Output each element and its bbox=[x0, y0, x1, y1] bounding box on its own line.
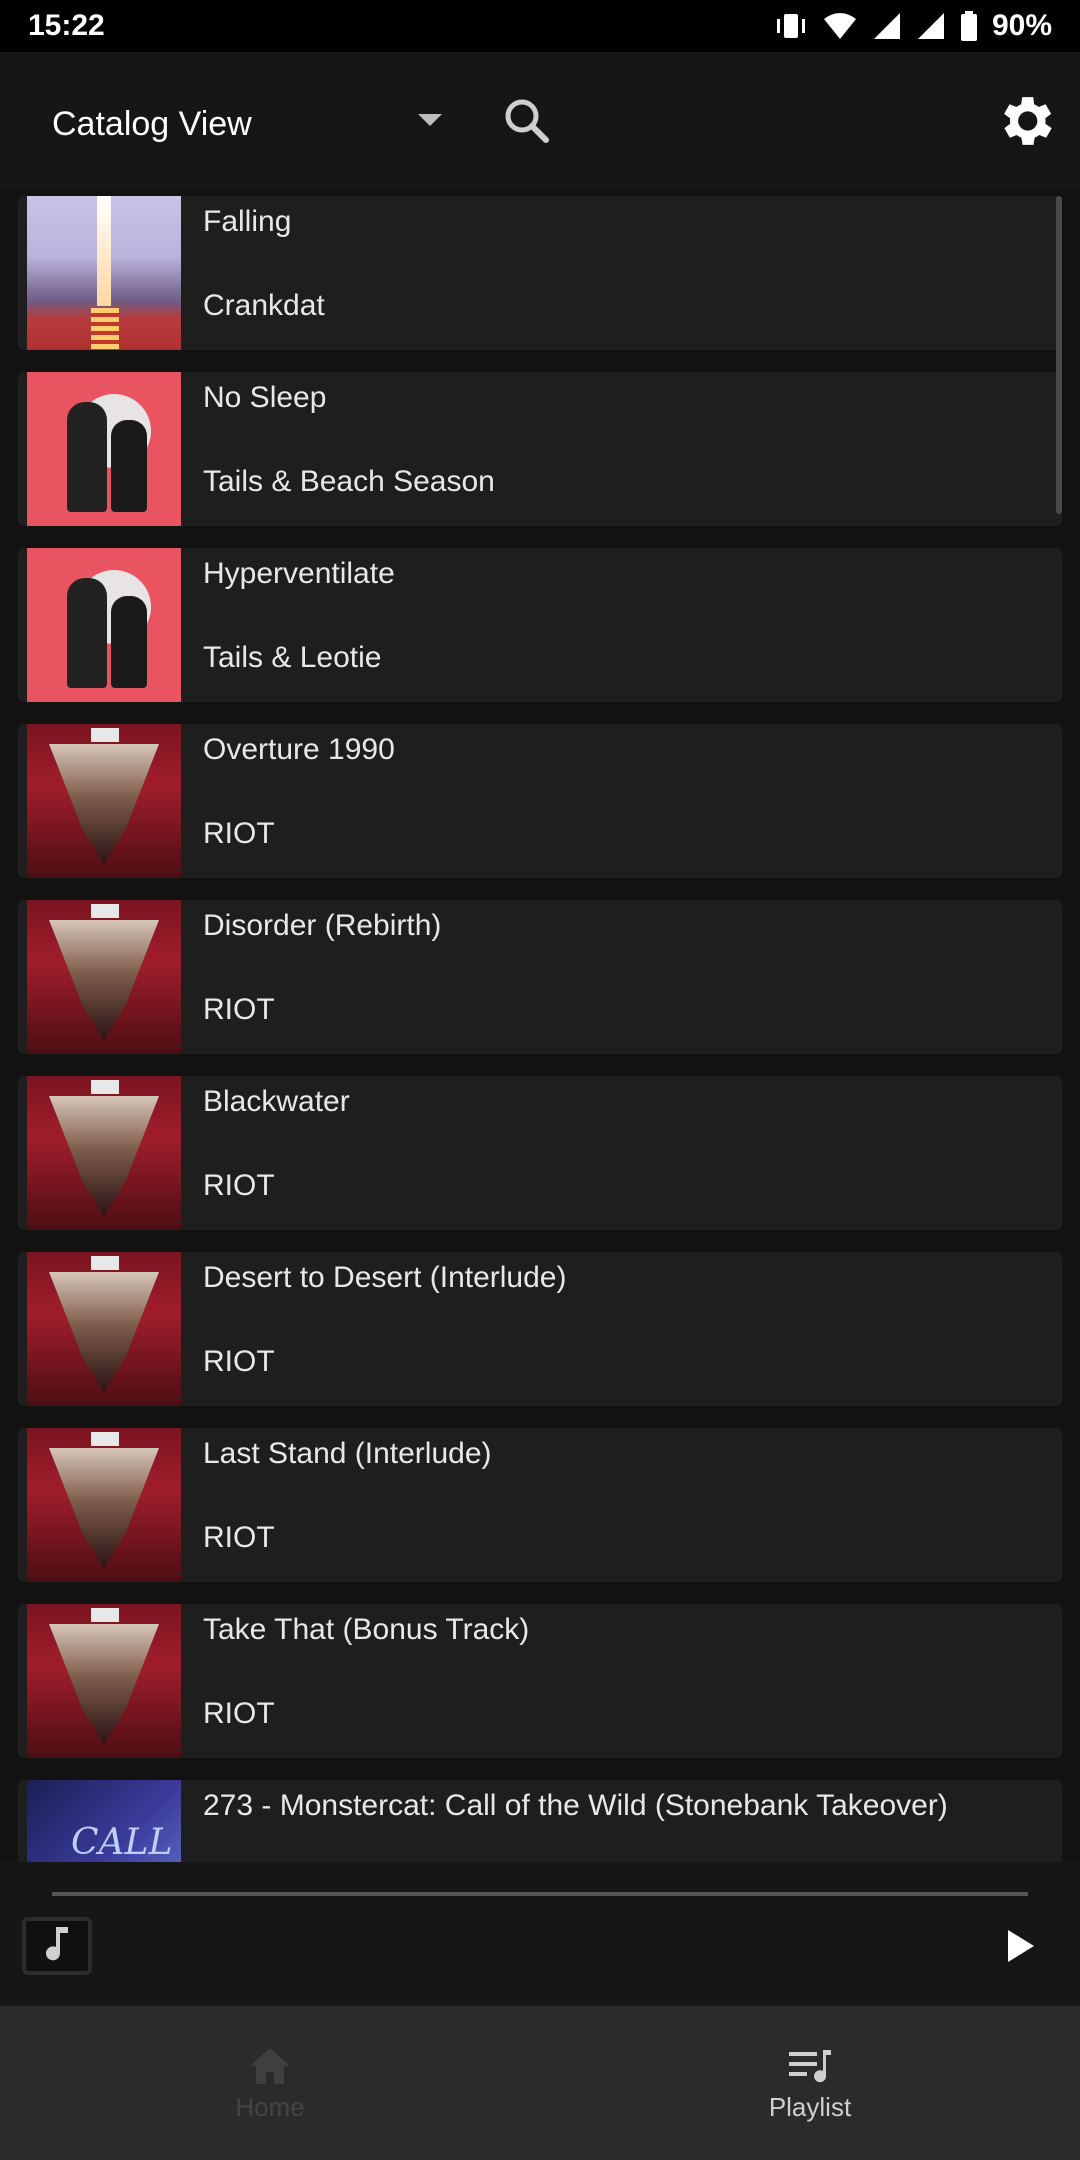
track-artist: Tails & Leotie bbox=[203, 641, 382, 674]
track-title: Hyperventilate bbox=[203, 557, 395, 590]
nav-home-label: Home bbox=[235, 2092, 305, 2122]
play-icon bbox=[1008, 1930, 1034, 1962]
album-cover bbox=[27, 1428, 181, 1582]
music-note-icon bbox=[46, 1927, 68, 1961]
track-item[interactable]: Take That (Bonus Track) RIOT bbox=[18, 1604, 1062, 1758]
track-title: Falling bbox=[203, 205, 292, 238]
track-artist: Crankdat bbox=[203, 289, 325, 322]
track-title: Overture 1990 bbox=[203, 733, 395, 766]
track-title: Disorder (Rebirth) bbox=[203, 909, 442, 942]
album-cover bbox=[27, 1604, 181, 1758]
chevron-down-icon bbox=[418, 114, 442, 126]
nav-playlist-label: Playlist bbox=[768, 2092, 852, 2122]
nav-playlist[interactable]: Playlist bbox=[540, 2006, 1080, 2160]
status-time: 15:22 bbox=[28, 9, 105, 42]
now-playing-art[interactable] bbox=[22, 1917, 92, 1975]
track-artist: RIOT bbox=[203, 817, 275, 850]
track-item[interactable]: Hyperventilate Tails & Leotie bbox=[18, 548, 1062, 702]
track-artist: RIOT bbox=[203, 993, 275, 1026]
track-item[interactable]: Falling Crankdat bbox=[18, 196, 1062, 350]
list-scrollbar[interactable] bbox=[1056, 196, 1062, 514]
track-list[interactable]: Falling Crankdat No Sleep Tails & Beach … bbox=[0, 190, 1080, 1862]
track-title: Take That (Bonus Track) bbox=[203, 1613, 530, 1646]
track-item[interactable]: No Sleep Tails & Beach Season bbox=[18, 372, 1062, 526]
track-artist: RIOT bbox=[203, 1521, 275, 1554]
track-artist: Tails & Beach Season bbox=[203, 465, 495, 498]
track-item[interactable]: Overture 1990 RIOT bbox=[18, 724, 1062, 878]
track-title: No Sleep bbox=[203, 381, 327, 414]
toolbar: Catalog View bbox=[0, 52, 1080, 190]
view-select-label: Catalog View bbox=[52, 104, 252, 143]
battery-percent: 90% bbox=[991, 9, 1052, 42]
track-item[interactable]: Blackwater RIOT bbox=[18, 1076, 1062, 1230]
track-artist: RIOT bbox=[203, 1697, 275, 1730]
status-bar: 15:22 90% bbox=[0, 0, 1080, 52]
playback-progress-bar[interactable] bbox=[52, 1892, 1028, 1896]
settings-button[interactable] bbox=[992, 88, 1058, 154]
track-artist: RIOT bbox=[203, 1169, 275, 1202]
track-title: 273 - Monstercat: Call of the Wild (Ston… bbox=[203, 1789, 948, 1822]
cover-text: CALL bbox=[71, 1822, 173, 1862]
battery-icon bbox=[960, 11, 977, 41]
album-cover bbox=[27, 1252, 181, 1406]
album-cover bbox=[27, 900, 181, 1054]
bottom-navigation: Home Playlist bbox=[0, 2006, 1080, 2160]
status-icons: 90% bbox=[774, 9, 1052, 43]
album-cover: CALL bbox=[27, 1780, 181, 1862]
nav-home[interactable]: Home bbox=[0, 2006, 540, 2160]
playlist-icon bbox=[789, 2050, 831, 2083]
track-title: Last Stand (Interlude) bbox=[203, 1437, 492, 1470]
album-cover bbox=[27, 548, 181, 702]
album-cover bbox=[27, 196, 181, 350]
view-select-dropdown[interactable]: Catalog View bbox=[52, 96, 442, 152]
search-icon bbox=[505, 99, 549, 143]
album-cover bbox=[27, 724, 181, 878]
track-item[interactable]: Disorder (Rebirth) RIOT bbox=[18, 900, 1062, 1054]
signal-icon bbox=[873, 13, 900, 39]
track-item[interactable]: CALL 273 - Monstercat: Call of the Wild … bbox=[18, 1780, 1062, 1862]
signal-icon-2 bbox=[917, 13, 944, 39]
mini-player bbox=[0, 1862, 1080, 2006]
track-title: Blackwater bbox=[203, 1085, 350, 1118]
album-cover bbox=[27, 1076, 181, 1230]
track-item[interactable]: Last Stand (Interlude) RIOT bbox=[18, 1428, 1062, 1582]
search-button[interactable] bbox=[500, 94, 556, 150]
album-cover bbox=[27, 372, 181, 526]
track-title: Desert to Desert (Interlude) bbox=[203, 1261, 567, 1294]
track-item[interactable]: Desert to Desert (Interlude) RIOT bbox=[18, 1252, 1062, 1406]
play-button[interactable] bbox=[1000, 1926, 1040, 1966]
track-artist: RIOT bbox=[203, 1345, 275, 1378]
vibrate-icon bbox=[776, 14, 805, 38]
gear-icon bbox=[1004, 97, 1052, 145]
home-icon bbox=[250, 2048, 290, 2084]
wifi-icon bbox=[823, 13, 856, 39]
